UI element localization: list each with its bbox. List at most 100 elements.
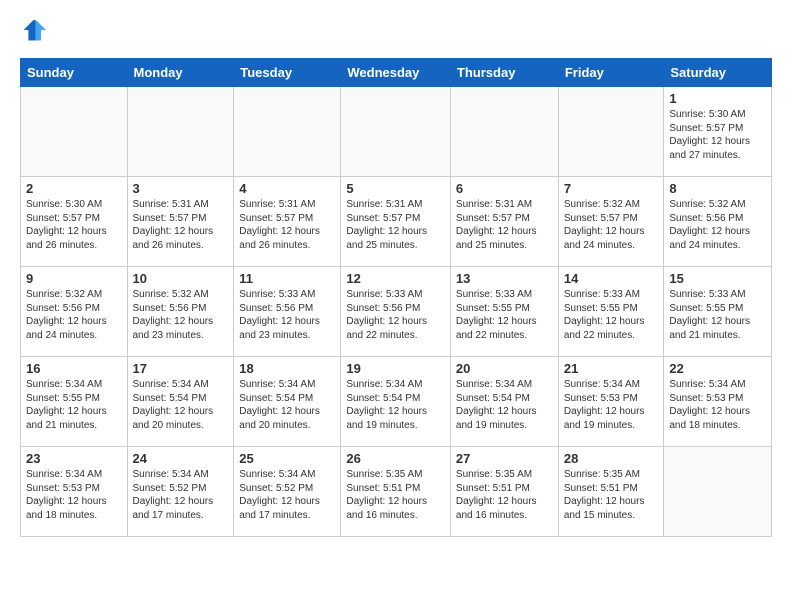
- day-info: Sunrise: 5:34 AM Sunset: 5:54 PM Dayligh…: [346, 378, 445, 432]
- day-info: Sunrise: 5:31 AM Sunset: 5:57 PM Dayligh…: [456, 198, 553, 252]
- calendar-cell: [341, 87, 451, 177]
- calendar-cell: 16 Sunrise: 5:34 AM Sunset: 5:55 PM Dayli…: [21, 357, 128, 447]
- day-number: 9: [26, 271, 122, 286]
- day-info: Sunrise: 5:35 AM Sunset: 5:51 PM Dayligh…: [346, 468, 445, 522]
- day-info: Sunrise: 5:34 AM Sunset: 5:54 PM Dayligh…: [456, 378, 553, 432]
- day-info: Sunrise: 5:31 AM Sunset: 5:57 PM Dayligh…: [239, 198, 335, 252]
- day-header-friday: Friday: [558, 59, 664, 87]
- day-header-thursday: Thursday: [450, 59, 558, 87]
- calendar-cell: [450, 87, 558, 177]
- day-number: 4: [239, 181, 335, 196]
- calendar-cell: 13 Sunrise: 5:33 AM Sunset: 5:55 PM Dayli…: [450, 267, 558, 357]
- day-number: 26: [346, 451, 445, 466]
- calendar-cell: 5 Sunrise: 5:31 AM Sunset: 5:57 PM Daylig…: [341, 177, 451, 267]
- day-info: Sunrise: 5:34 AM Sunset: 5:55 PM Dayligh…: [26, 378, 122, 432]
- calendar-week-3: 16 Sunrise: 5:34 AM Sunset: 5:55 PM Dayli…: [21, 357, 772, 447]
- day-number: 17: [133, 361, 229, 376]
- day-info: Sunrise: 5:32 AM Sunset: 5:57 PM Dayligh…: [564, 198, 659, 252]
- calendar-cell: 23 Sunrise: 5:34 AM Sunset: 5:53 PM Dayli…: [21, 447, 128, 537]
- day-header-monday: Monday: [127, 59, 234, 87]
- day-number: 3: [133, 181, 229, 196]
- calendar-cell: 1 Sunrise: 5:30 AM Sunset: 5:57 PM Daylig…: [664, 87, 772, 177]
- day-number: 13: [456, 271, 553, 286]
- calendar-cell: 11 Sunrise: 5:33 AM Sunset: 5:56 PM Dayli…: [234, 267, 341, 357]
- day-number: 18: [239, 361, 335, 376]
- day-number: 19: [346, 361, 445, 376]
- day-number: 5: [346, 181, 445, 196]
- calendar-cell: 3 Sunrise: 5:31 AM Sunset: 5:57 PM Daylig…: [127, 177, 234, 267]
- day-info: Sunrise: 5:31 AM Sunset: 5:57 PM Dayligh…: [133, 198, 229, 252]
- day-info: Sunrise: 5:32 AM Sunset: 5:56 PM Dayligh…: [669, 198, 766, 252]
- calendar-cell: 18 Sunrise: 5:34 AM Sunset: 5:54 PM Dayli…: [234, 357, 341, 447]
- day-info: Sunrise: 5:34 AM Sunset: 5:54 PM Dayligh…: [133, 378, 229, 432]
- day-info: Sunrise: 5:34 AM Sunset: 5:53 PM Dayligh…: [26, 468, 122, 522]
- calendar-cell: 26 Sunrise: 5:35 AM Sunset: 5:51 PM Dayli…: [341, 447, 451, 537]
- day-number: 21: [564, 361, 659, 376]
- day-number: 20: [456, 361, 553, 376]
- calendar-cell: 19 Sunrise: 5:34 AM Sunset: 5:54 PM Dayli…: [341, 357, 451, 447]
- day-number: 25: [239, 451, 335, 466]
- day-info: Sunrise: 5:32 AM Sunset: 5:56 PM Dayligh…: [133, 288, 229, 342]
- calendar-cell: 10 Sunrise: 5:32 AM Sunset: 5:56 PM Dayli…: [127, 267, 234, 357]
- day-info: Sunrise: 5:33 AM Sunset: 5:55 PM Dayligh…: [669, 288, 766, 342]
- day-number: 2: [26, 181, 122, 196]
- day-number: 1: [669, 91, 766, 106]
- calendar-cell: 27 Sunrise: 5:35 AM Sunset: 5:51 PM Dayli…: [450, 447, 558, 537]
- day-info: Sunrise: 5:35 AM Sunset: 5:51 PM Dayligh…: [564, 468, 659, 522]
- day-number: 27: [456, 451, 553, 466]
- day-info: Sunrise: 5:30 AM Sunset: 5:57 PM Dayligh…: [669, 108, 766, 162]
- day-info: Sunrise: 5:33 AM Sunset: 5:55 PM Dayligh…: [456, 288, 553, 342]
- day-number: 24: [133, 451, 229, 466]
- calendar-cell: 9 Sunrise: 5:32 AM Sunset: 5:56 PM Daylig…: [21, 267, 128, 357]
- day-info: Sunrise: 5:35 AM Sunset: 5:51 PM Dayligh…: [456, 468, 553, 522]
- day-number: 23: [26, 451, 122, 466]
- calendar-week-4: 23 Sunrise: 5:34 AM Sunset: 5:53 PM Dayli…: [21, 447, 772, 537]
- calendar-cell: 24 Sunrise: 5:34 AM Sunset: 5:52 PM Dayli…: [127, 447, 234, 537]
- day-number: 7: [564, 181, 659, 196]
- day-header-sunday: Sunday: [21, 59, 128, 87]
- day-number: 8: [669, 181, 766, 196]
- day-number: 6: [456, 181, 553, 196]
- day-info: Sunrise: 5:31 AM Sunset: 5:57 PM Dayligh…: [346, 198, 445, 252]
- day-info: Sunrise: 5:33 AM Sunset: 5:56 PM Dayligh…: [346, 288, 445, 342]
- calendar-cell: 14Sunrise: 5:33 AM Sunset: 5:55 PM Dayli…: [558, 267, 664, 357]
- calendar-header-row: SundayMondayTuesdayWednesdayThursdayFrid…: [21, 59, 772, 87]
- day-info: Sunrise: 5:34 AM Sunset: 5:52 PM Dayligh…: [133, 468, 229, 522]
- day-info: Sunrise: 5:30 AM Sunset: 5:57 PM Dayligh…: [26, 198, 122, 252]
- calendar-cell: 17 Sunrise: 5:34 AM Sunset: 5:54 PM Dayli…: [127, 357, 234, 447]
- day-info: Sunrise: 5:34 AM Sunset: 5:52 PM Dayligh…: [239, 468, 335, 522]
- calendar-cell: [127, 87, 234, 177]
- day-info: Sunrise: 5:34 AM Sunset: 5:53 PM Dayligh…: [669, 378, 766, 432]
- day-info: Sunrise: 5:34 AM Sunset: 5:53 PM Dayligh…: [564, 378, 659, 432]
- calendar-cell: 20 Sunrise: 5:34 AM Sunset: 5:54 PM Dayli…: [450, 357, 558, 447]
- day-number: 11: [239, 271, 335, 286]
- calendar-cell: 7 Sunrise: 5:32 AM Sunset: 5:57 PM Daylig…: [558, 177, 664, 267]
- calendar-cell: 22 Sunrise: 5:34 AM Sunset: 5:53 PM Dayli…: [664, 357, 772, 447]
- calendar-week-2: 9 Sunrise: 5:32 AM Sunset: 5:56 PM Daylig…: [21, 267, 772, 357]
- day-info: Sunrise: 5:32 AM Sunset: 5:56 PM Dayligh…: [26, 288, 122, 342]
- calendar-container: SundayMondayTuesdayWednesdayThursdayFrid…: [0, 0, 792, 553]
- calendar-header: [20, 16, 772, 44]
- day-number: 10: [133, 271, 229, 286]
- calendar-cell: [234, 87, 341, 177]
- day-info: Sunrise: 5:33 AM Sunset: 5:56 PM Dayligh…: [239, 288, 335, 342]
- calendar-cell: 2 Sunrise: 5:30 AM Sunset: 5:57 PM Daylig…: [21, 177, 128, 267]
- day-number: 12: [346, 271, 445, 286]
- calendar-cell: 8 Sunrise: 5:32 AM Sunset: 5:56 PM Daylig…: [664, 177, 772, 267]
- calendar-cell: 6 Sunrise: 5:31 AM Sunset: 5:57 PM Daylig…: [450, 177, 558, 267]
- calendar-cell: 4 Sunrise: 5:31 AM Sunset: 5:57 PM Daylig…: [234, 177, 341, 267]
- day-number: 22: [669, 361, 766, 376]
- logo-icon: [20, 16, 48, 44]
- day-header-tuesday: Tuesday: [234, 59, 341, 87]
- calendar-table: SundayMondayTuesdayWednesdayThursdayFrid…: [20, 58, 772, 537]
- calendar-cell: 12 Sunrise: 5:33 AM Sunset: 5:56 PM Dayli…: [341, 267, 451, 357]
- calendar-cell: 25 Sunrise: 5:34 AM Sunset: 5:52 PM Dayli…: [234, 447, 341, 537]
- calendar-cell: 15Sunrise: 5:33 AM Sunset: 5:55 PM Dayli…: [664, 267, 772, 357]
- calendar-week-0: 1 Sunrise: 5:30 AM Sunset: 5:57 PM Daylig…: [21, 87, 772, 177]
- calendar-cell: [664, 447, 772, 537]
- calendar-cell: 28 Sunrise: 5:35 AM Sunset: 5:51 PM Dayli…: [558, 447, 664, 537]
- day-number: 28: [564, 451, 659, 466]
- day-header-wednesday: Wednesday: [341, 59, 451, 87]
- day-info: Sunrise: 5:34 AM Sunset: 5:54 PM Dayligh…: [239, 378, 335, 432]
- day-number: 16: [26, 361, 122, 376]
